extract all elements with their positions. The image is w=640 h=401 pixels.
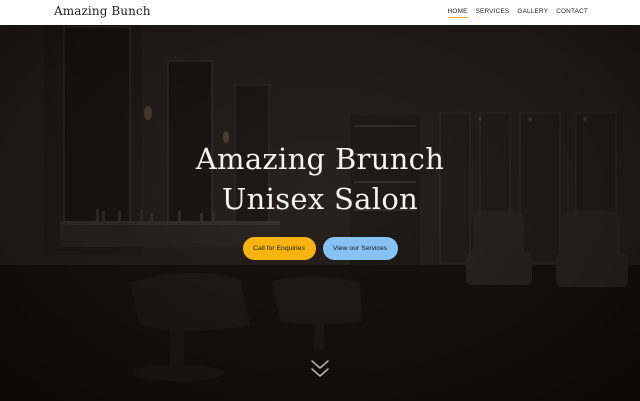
hero-title: Amazing Brunch Unisex Salon (0, 139, 640, 219)
nav-gallery[interactable]: GALLERY (517, 8, 548, 18)
main-nav: HOME SERVICES GALLERY CONTACT (447, 8, 588, 18)
hero-title-line-2: Unisex Salon (221, 182, 419, 216)
site-header: Amazing Bunch HOME SERVICES GALLERY CONT… (0, 0, 640, 25)
hero-cta-group: Call for Enquiries View our Services (0, 237, 640, 260)
view-services-button[interactable]: View our Services (322, 237, 398, 260)
call-for-enquiries-button[interactable]: Call for Enquiries (242, 237, 316, 260)
nav-home[interactable]: HOME (447, 8, 468, 18)
hero-title-line-1: Amazing Brunch (195, 142, 445, 176)
double-chevron-down-icon[interactable] (310, 358, 330, 380)
hero-section: Amazing Brunch Unisex Salon Call for Enq… (0, 25, 640, 401)
site-logo[interactable]: Amazing Bunch (54, 4, 151, 18)
nav-contact[interactable]: CONTACT (556, 8, 588, 18)
nav-services[interactable]: SERVICES (476, 8, 510, 18)
